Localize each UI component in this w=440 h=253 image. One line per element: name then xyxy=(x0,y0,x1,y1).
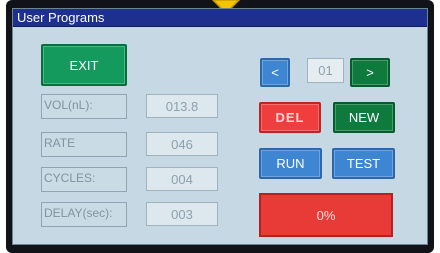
program-number: 01 xyxy=(307,58,344,83)
exit-button[interactable]: EXIT xyxy=(41,44,127,86)
rate-field[interactable]: 046 xyxy=(146,132,218,156)
run-button[interactable]: RUN xyxy=(259,148,322,179)
screen: User Programs EXIT VOL(nL): 013.8 RATE 0… xyxy=(12,8,428,245)
cycles-label: CYCLES: xyxy=(41,167,127,192)
delay-label: DELAY(sec): xyxy=(41,202,127,227)
progress-bar: 0% xyxy=(259,193,393,237)
cycles-field[interactable]: 004 xyxy=(146,167,218,191)
new-button[interactable]: NEW xyxy=(333,102,395,133)
title-bar: User Programs xyxy=(13,9,427,27)
test-button[interactable]: TEST xyxy=(332,148,395,179)
vol-label: VOL(nL): xyxy=(41,94,127,119)
rate-label: RATE xyxy=(41,132,127,157)
delay-field[interactable]: 003 xyxy=(146,202,218,226)
next-program-button[interactable]: > xyxy=(350,58,390,87)
delete-button[interactable]: DEL xyxy=(259,102,321,133)
window-title: User Programs xyxy=(17,10,105,25)
vol-field[interactable]: 013.8 xyxy=(146,94,218,118)
previous-program-button[interactable]: < xyxy=(260,58,290,87)
progress-text: 0% xyxy=(316,207,336,223)
